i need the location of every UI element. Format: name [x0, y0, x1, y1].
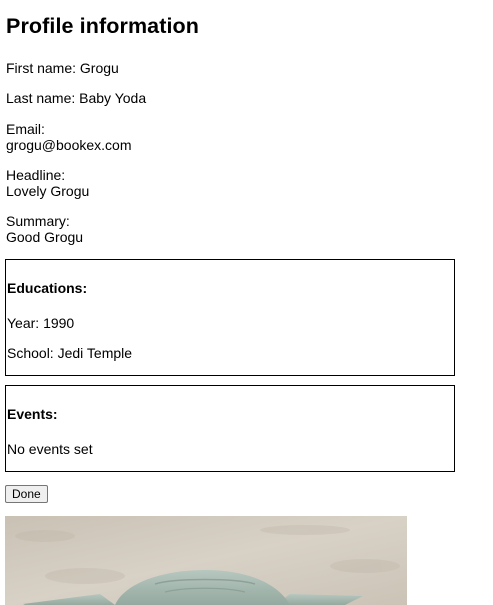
events-heading: Events:: [7, 406, 58, 422]
events-empty-text: No events set: [7, 441, 93, 457]
educations-section: Educations: Year: 1990 School: Jedi Temp…: [5, 259, 455, 376]
email-value: grogu@bookex.com: [6, 137, 132, 153]
last-name-field: Last name: Baby Yoda: [6, 90, 147, 106]
first-name-field: First name: Grogu: [6, 60, 119, 76]
page-title: Profile information: [6, 14, 200, 38]
grogu-image: [5, 516, 407, 605]
education-year: Year: 1990: [7, 315, 75, 331]
profile-page: Profile information First name: Grogu La…: [0, 0, 493, 605]
email-label: Email:: [6, 121, 45, 137]
headline-value: Lovely Grogu: [6, 183, 90, 199]
grogu-photo: [5, 516, 407, 605]
summary-label: Summary:: [6, 213, 70, 229]
education-school: School: Jedi Temple: [7, 345, 133, 361]
summary-value: Good Grogu: [6, 229, 84, 245]
headline-label: Headline:: [6, 167, 66, 183]
events-section: Events: No events set: [5, 385, 455, 472]
educations-heading: Educations:: [7, 280, 88, 296]
done-button[interactable]: Done: [5, 485, 48, 503]
